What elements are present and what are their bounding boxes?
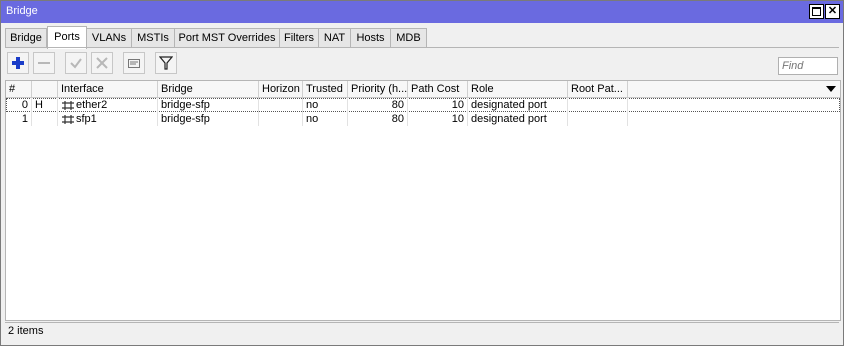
tab-port-mst-overrides[interactable]: Port MST Overrides [174, 28, 280, 48]
interface-icon [62, 100, 74, 110]
ports-table: # Interface Bridge Horizon Trusted Prior… [5, 80, 841, 321]
close-button[interactable]: ✕ [825, 4, 840, 19]
enable-button[interactable] [65, 52, 87, 74]
tab-mdb[interactable]: MDB [390, 28, 427, 48]
row-root-path [568, 98, 628, 112]
tab-ports[interactable]: Ports [47, 26, 87, 49]
row-flag [32, 112, 58, 126]
row-interface: ether2 [58, 98, 158, 112]
enable-icon [70, 58, 82, 69]
disable-icon [96, 57, 108, 69]
row-horizon [259, 112, 303, 126]
row-bridge: bridge-sfp [158, 112, 259, 126]
table-row[interactable]: 0 H ether2 bridge-sfp no 80 10 designate… [6, 98, 840, 112]
col-root-path[interactable]: Root Pat... [568, 81, 628, 97]
tab-nat[interactable]: NAT [318, 28, 351, 48]
find-input[interactable] [779, 58, 837, 74]
window-title: Bridge [6, 5, 38, 17]
col-horizon[interactable]: Horizon [259, 81, 303, 97]
col-path-cost[interactable]: Path Cost [408, 81, 468, 97]
row-priority: 80 [348, 98, 408, 112]
row-role: designated port [468, 98, 568, 112]
table-row[interactable]: 1 sfp1 bridge-sfp no 80 10 designated po… [6, 112, 840, 126]
remove-button[interactable] [33, 52, 55, 74]
col-interface[interactable]: Interface [58, 81, 158, 97]
col-trusted[interactable]: Trusted [303, 81, 348, 97]
filter-button[interactable] [155, 52, 177, 74]
status-bar: 2 items [5, 322, 839, 340]
row-bridge: bridge-sfp [158, 98, 259, 112]
maximize-button[interactable] [809, 4, 824, 19]
maximize-icon [812, 7, 821, 16]
comment-icon [128, 59, 140, 68]
tab-filters[interactable]: Filters [279, 28, 319, 48]
col-number[interactable]: # [6, 81, 32, 97]
row-path-cost: 10 [408, 98, 468, 112]
item-count: 2 items [8, 325, 44, 337]
row-flag: H [32, 98, 58, 112]
col-bridge[interactable]: Bridge [158, 81, 259, 97]
col-priority[interactable]: Priority (h... [348, 81, 408, 97]
column-menu-icon[interactable] [826, 86, 836, 92]
row-horizon [259, 98, 303, 112]
tab-bridge[interactable]: Bridge [5, 28, 47, 48]
tab-vlans[interactable]: VLANs [86, 28, 132, 48]
filter-icon [159, 56, 173, 70]
row-number: 1 [6, 112, 32, 126]
row-trusted: no [303, 98, 348, 112]
row-path-cost: 10 [408, 112, 468, 126]
tab-hosts[interactable]: Hosts [350, 28, 391, 48]
title-bar[interactable]: Bridge ✕ [1, 1, 843, 23]
row-role: designated port [468, 112, 568, 126]
interface-icon [62, 114, 74, 124]
interface-name: ether2 [76, 99, 108, 111]
table-header: # Interface Bridge Horizon Trusted Prior… [6, 81, 840, 98]
row-priority: 80 [348, 112, 408, 126]
row-interface: sfp1 [58, 112, 158, 126]
remove-icon [38, 62, 50, 64]
col-flags[interactable] [32, 81, 58, 97]
disable-button[interactable] [91, 52, 113, 74]
find-field[interactable] [778, 57, 838, 75]
tab-divider [5, 47, 839, 48]
bridge-window: Bridge ✕ Bridge Ports VLANs MSTIs Port M… [0, 0, 844, 346]
add-button[interactable] [7, 52, 29, 74]
tab-mstis[interactable]: MSTIs [131, 28, 175, 48]
add-icon [12, 57, 24, 69]
interface-name: sfp1 [76, 113, 97, 125]
row-trusted: no [303, 112, 348, 126]
comment-button[interactable] [123, 52, 145, 74]
col-role[interactable]: Role [468, 81, 568, 97]
row-root-path [568, 112, 628, 126]
row-number: 0 [6, 98, 32, 112]
